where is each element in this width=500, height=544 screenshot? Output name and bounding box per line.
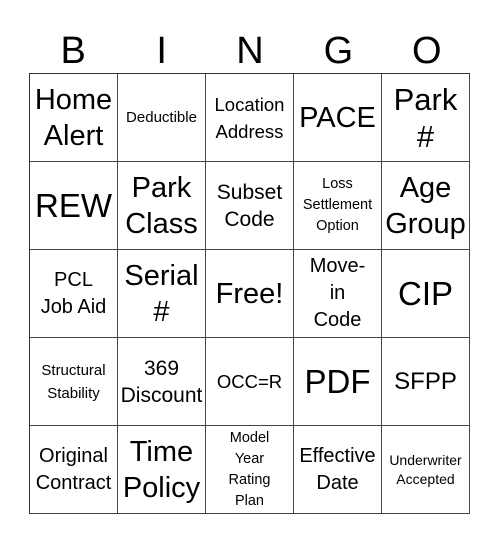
bingo-cell[interactable]: PCL Job Aid [30,250,118,338]
cell-label: CIP [397,274,453,312]
bingo-cell[interactable]: Underwriter Accepted [382,426,470,514]
cell-label: Move- in Code [309,255,366,331]
cell-label: Deductible [126,109,197,126]
cell-label: PCL Job Aid [40,268,107,318]
bingo-cell[interactable]: Effective Date [294,426,382,514]
bingo-cell[interactable]: Serial # [118,250,206,338]
cell-label: Model Year Rating Plan [228,429,271,509]
bingo-cell[interactable]: Model Year Rating Plan [206,426,294,514]
cell-label: Loss Settlement Option [302,176,373,234]
cell-label: Free! [215,277,284,310]
cell-label: Structural Stability [41,361,106,402]
bingo-cell[interactable]: Park Class [118,162,206,250]
bingo-cell[interactable]: PDF [294,338,382,426]
cell-label: 369 Discount [120,356,203,407]
cell-label: PACE [299,101,376,134]
bingo-board: Home Alert Deductible Location Address P… [29,73,470,514]
cell-label: REW [35,186,112,224]
bingo-cell[interactable]: SFPP [382,338,470,426]
bingo-cell[interactable]: Deductible [118,74,206,162]
bingo-cell[interactable]: Location Address [206,74,294,162]
cell-label: Original Contract [35,444,112,494]
header-letter-b: B [60,30,86,72]
bingo-cell[interactable]: Move- in Code [294,250,382,338]
bingo-cell[interactable]: Original Contract [30,426,118,514]
header-letter-n: N [236,30,264,72]
bingo-cell[interactable]: Time Policy [118,426,206,514]
bingo-cell[interactable]: Home Alert [30,74,118,162]
header-letter-i: I [156,30,167,72]
cell-label: Home Alert [34,83,113,152]
bingo-cell[interactable]: REW [30,162,118,250]
cell-label: Time Policy [122,435,201,504]
bingo-cell[interactable]: CIP [382,250,470,338]
bingo-cell[interactable]: PACE [294,74,382,162]
bingo-cell[interactable]: Subset Code [206,162,294,250]
cell-label: Subset Code [216,180,283,231]
bingo-cell[interactable]: Age Group [382,162,470,250]
cell-label: Underwriter Accepted [389,451,462,487]
cell-label: PDF [304,362,371,400]
bingo-cell free-space[interactable]: Free! [206,250,294,338]
cell-label: Effective Date [299,444,376,494]
cell-label: Park # [393,81,458,154]
cell-label: Location Address [214,93,285,142]
bingo-cell[interactable]: Loss Settlement Option [294,162,382,250]
bingo-cell[interactable]: OCC=R [206,338,294,426]
cell-label: Park Class [125,171,198,240]
cell-label: Age Group [385,171,466,240]
bingo-cell[interactable]: 369 Discount [118,338,206,426]
bingo-cell[interactable]: Park # [382,74,470,162]
header-letter-g: G [323,30,354,72]
bingo-header: B I N G O [29,30,471,72]
header-letter-o: O [412,30,442,72]
cell-label: SFPP [394,367,457,395]
cell-label: Serial # [124,259,199,328]
bingo-cell[interactable]: Structural Stability [30,338,118,426]
cell-label: OCC=R [216,371,283,392]
